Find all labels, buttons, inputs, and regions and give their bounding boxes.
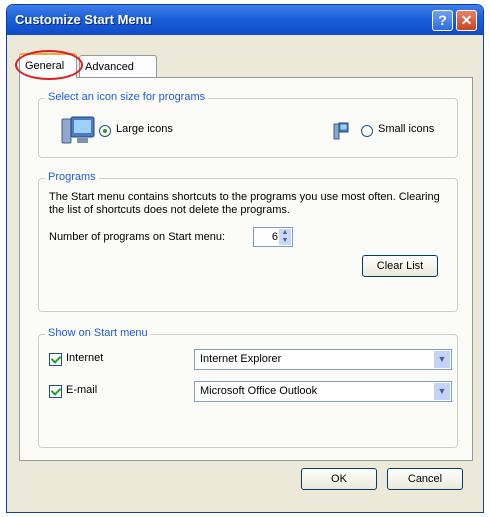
- email-checkbox[interactable]: [49, 385, 62, 398]
- small-icons-radio[interactable]: [361, 125, 373, 137]
- customize-start-menu-dialog: Customize Start Menu ? ✕ General Advance…: [6, 4, 484, 513]
- ok-button[interactable]: OK: [301, 468, 377, 490]
- show-on-start-menu-group: Show on Start menu Internet Internet Exp…: [38, 327, 458, 448]
- email-label[interactable]: E-mail: [66, 384, 97, 396]
- email-client-select[interactable]: Microsoft Office Outlook ▼: [194, 381, 452, 402]
- spin-up-arrow-icon[interactable]: ▲: [279, 229, 291, 237]
- spinner-arrows-icon[interactable]: ▲ ▼: [279, 229, 291, 245]
- general-tab-panel: Select an icon size for programs Large i…: [19, 77, 473, 461]
- icon-size-group: Select an icon size for programs Large i…: [38, 91, 458, 158]
- tab-advanced[interactable]: Advanced: [79, 55, 157, 77]
- programs-description: The Start menu contains shortcuts to the…: [49, 191, 440, 216]
- highlight-ring: [15, 50, 83, 80]
- spin-down-arrow-icon[interactable]: ▼: [279, 237, 291, 245]
- dropdown-arrow-icon[interactable]: ▼: [434, 351, 450, 368]
- internet-browser-value: Internet Explorer: [200, 353, 282, 365]
- close-button[interactable]: ✕: [456, 10, 477, 31]
- number-of-programs-value: 6: [271, 231, 278, 243]
- help-button[interactable]: ?: [432, 10, 453, 31]
- internet-browser-select[interactable]: Internet Explorer ▼: [194, 349, 452, 370]
- help-icon: ?: [438, 12, 447, 28]
- window-title: Customize Start Menu: [15, 12, 152, 27]
- cancel-button[interactable]: Cancel: [387, 468, 463, 490]
- computer-monitor-icon: [61, 116, 95, 144]
- internet-checkbox[interactable]: [49, 353, 62, 366]
- icon-size-legend: Select an icon size for programs: [45, 91, 209, 103]
- show-on-start-legend: Show on Start menu: [45, 327, 151, 339]
- clear-list-button[interactable]: Clear List: [362, 255, 438, 277]
- number-of-programs-label: Number of programs on Start menu:: [49, 231, 226, 243]
- programs-group: Programs The Start menu contains shortcu…: [38, 171, 458, 312]
- small-computer-icon: [333, 122, 349, 140]
- email-client-value: Microsoft Office Outlook: [200, 385, 318, 397]
- internet-label[interactable]: Internet: [66, 352, 103, 364]
- close-icon: ✕: [460, 12, 473, 28]
- title-bar[interactable]: Customize Start Menu ? ✕: [7, 5, 483, 35]
- large-icons-radio[interactable]: [99, 125, 111, 137]
- number-of-programs-spinner[interactable]: 6 ▲ ▼: [253, 227, 293, 247]
- dropdown-arrow-icon[interactable]: ▼: [434, 383, 450, 400]
- programs-legend: Programs: [45, 171, 99, 183]
- small-icons-label[interactable]: Small icons: [378, 123, 434, 135]
- large-icons-label[interactable]: Large icons: [116, 123, 173, 135]
